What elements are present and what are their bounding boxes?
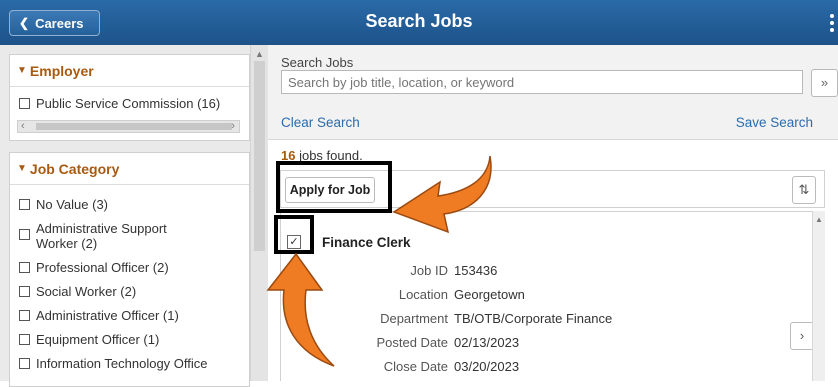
checkbox[interactable] bbox=[19, 199, 30, 210]
header-bar: Search Jobs ❮ Careers bbox=[0, 0, 838, 45]
scroll-right-icon[interactable]: › bbox=[231, 120, 235, 132]
annotation-arrow-icon bbox=[266, 252, 335, 367]
facet-option[interactable]: Public Service Commission (16) bbox=[10, 96, 249, 111]
save-search-link[interactable]: Save Search bbox=[736, 115, 813, 130]
sort-icon[interactable]: ⇅ bbox=[792, 176, 816, 204]
facet-option[interactable]: Equipment Officer (1) bbox=[10, 332, 249, 347]
checkbox[interactable] bbox=[19, 262, 30, 273]
careers-back-label: Careers bbox=[35, 15, 84, 31]
page-title: Search Jobs bbox=[365, 11, 473, 31]
job-field-value: 153436 bbox=[454, 263, 498, 278]
caret-down-icon: ▼ bbox=[17, 163, 27, 174]
search-go-button[interactable]: » bbox=[811, 69, 838, 97]
chevron-right-icon[interactable]: › bbox=[790, 322, 814, 350]
checkbox[interactable] bbox=[19, 358, 30, 369]
facet-option-label: Information Technology Office bbox=[36, 356, 208, 371]
facet-employer: ▼ Employer Public Service Commission (16… bbox=[9, 54, 250, 141]
facet-job-category-header[interactable]: ▼ Job Category bbox=[10, 153, 249, 185]
job-field-value: Georgetown bbox=[454, 287, 525, 302]
highlight-box bbox=[276, 161, 392, 213]
filter-sidebar: ▼ Employer Public Service Commission (16… bbox=[0, 45, 268, 387]
facet-option-label: Administrative Support Worker (2) bbox=[36, 221, 167, 251]
scrollbar-thumb[interactable] bbox=[254, 61, 265, 251]
facet-option[interactable]: Administrative Officer (1) bbox=[10, 308, 249, 323]
facet-option[interactable]: Social Worker (2) bbox=[10, 284, 249, 299]
facet-option[interactable]: Administrative Support Worker (2) bbox=[10, 221, 249, 251]
annotation-arrow-icon bbox=[392, 155, 492, 234]
job-field-value: TB/OTB/Corporate Finance bbox=[454, 311, 613, 326]
checkbox[interactable] bbox=[19, 310, 30, 321]
facet-option-label: Professional Officer (2) bbox=[36, 260, 169, 275]
chevron-left-icon: ❮ bbox=[19, 16, 30, 30]
facet-option[interactable]: Professional Officer (2) bbox=[10, 260, 249, 275]
careers-back-button[interactable]: ❮ Careers bbox=[9, 10, 100, 36]
facet-job-category: ▼ Job Category No Value (3) Administrati… bbox=[9, 152, 250, 387]
facet-option[interactable]: No Value (3) bbox=[10, 197, 249, 212]
facet-job-category-title: Job Category bbox=[29, 160, 120, 177]
facet-option-label: No Value (3) bbox=[36, 197, 109, 212]
scrollbar-thumb[interactable] bbox=[36, 123, 232, 130]
search-input[interactable] bbox=[281, 70, 803, 94]
highlight-box bbox=[274, 215, 314, 254]
job-result-card: ✓ Finance Clerk Job ID 153436 Location G… bbox=[280, 211, 814, 381]
results-scrollbar[interactable]: ▲ bbox=[812, 211, 825, 381]
search-label: Search Jobs bbox=[281, 55, 354, 70]
scroll-up-icon[interactable]: ▲ bbox=[255, 49, 264, 59]
more-actions-icon[interactable] bbox=[830, 14, 834, 35]
results-panel: Search Jobs » Clear Search Save Search 1… bbox=[268, 45, 838, 381]
facet-option-label: Public Service Commission (16) bbox=[36, 96, 221, 111]
facet-option[interactable]: Information Technology Office bbox=[10, 356, 249, 371]
facet-employer-title: Employer bbox=[29, 62, 94, 79]
caret-down-icon: ▼ bbox=[17, 65, 27, 76]
facet-option-label: Equipment Officer (1) bbox=[36, 332, 160, 347]
facet-employer-header[interactable]: ▼ Employer bbox=[10, 55, 249, 87]
checkbox[interactable] bbox=[19, 286, 30, 297]
checkbox[interactable] bbox=[19, 98, 30, 109]
facet-option-label: Administrative Officer (1) bbox=[36, 308, 179, 323]
clear-search-link[interactable]: Clear Search bbox=[281, 115, 360, 130]
checkbox[interactable] bbox=[19, 229, 30, 240]
horizontal-scrollbar[interactable]: ‹ › bbox=[17, 120, 240, 133]
checkbox[interactable] bbox=[19, 334, 30, 345]
search-panel: Search Jobs » Clear Search Save Search bbox=[268, 45, 838, 140]
scroll-left-icon[interactable]: ‹ bbox=[21, 120, 25, 132]
job-field-value: 03/20/2023 bbox=[454, 359, 520, 374]
scroll-up-icon[interactable]: ▲ bbox=[815, 215, 823, 224]
facet-option-label: Social Worker (2) bbox=[36, 284, 137, 299]
job-field-value: 02/13/2023 bbox=[454, 335, 520, 350]
